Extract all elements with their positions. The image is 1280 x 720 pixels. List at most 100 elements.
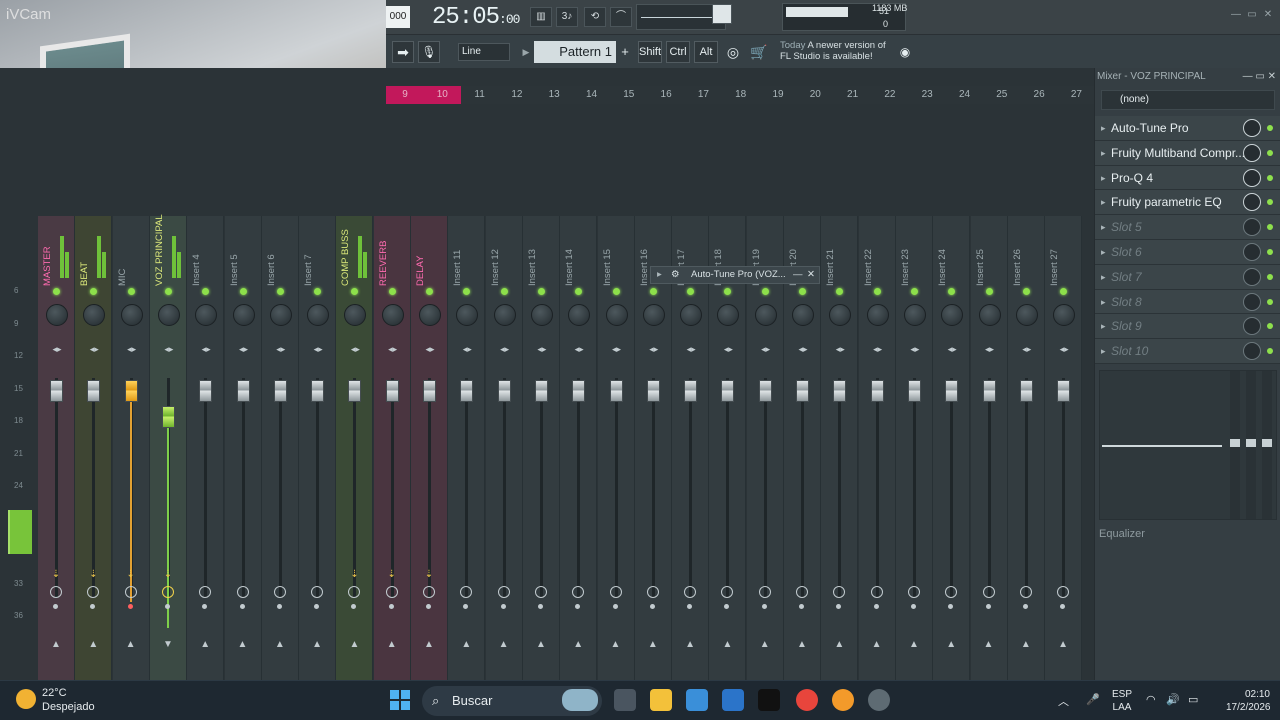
plugin-window-title[interactable]: ▸ ⚙ Auto-Tune Pro (VOZ... — ✕ <box>650 266 820 284</box>
latency-clock-icon[interactable] <box>646 586 659 598</box>
fx-slot[interactable]: ▸ Slot 7 <box>1095 264 1280 290</box>
eq-band-high-handle[interactable] <box>1262 439 1272 447</box>
latency-clock-icon[interactable] <box>124 586 137 598</box>
route-arrow-icon[interactable]: ⇣ <box>51 570 61 580</box>
pan-knob[interactable] <box>605 304 628 326</box>
record-arm-dot[interactable] <box>761 604 767 609</box>
route-to-icon[interactable]: ▲ <box>386 640 398 650</box>
record-arm-dot[interactable] <box>724 604 730 609</box>
pan-knob[interactable] <box>717 304 740 326</box>
record-arm-dot[interactable] <box>948 604 954 609</box>
snap-mode-select[interactable]: Line <box>458 43 510 61</box>
stereo-separation-icon[interactable]: ◂▸ <box>386 344 400 354</box>
stereo-separation-icon[interactable]: ◂▸ <box>199 344 213 354</box>
windows-start-icon[interactable] <box>390 690 410 710</box>
latency-clock-icon[interactable] <box>311 586 324 598</box>
eq-band-low-handle[interactable] <box>1230 439 1240 447</box>
route-to-icon[interactable]: ▲ <box>610 640 622 650</box>
slot-mix-knob[interactable] <box>1243 193 1261 212</box>
volume-fader[interactable] <box>534 380 548 402</box>
fl-studio-icon[interactable] <box>832 689 854 711</box>
route-to-icon[interactable]: ▲ <box>237 640 249 650</box>
slot-mix-knob[interactable] <box>1243 342 1261 361</box>
metronome-icon[interactable]: ⌒ <box>610 7 632 27</box>
stereo-separation-icon[interactable]: ◂▸ <box>908 344 922 354</box>
route-arrow-icon[interactable]: ⇣ <box>88 570 98 580</box>
outlook-icon[interactable] <box>722 689 744 711</box>
plugin-gear-icon[interactable]: ⚙ <box>671 267 680 283</box>
loop-record-icon[interactable]: ⟲ <box>584 7 606 27</box>
slot-mix-knob[interactable] <box>1243 292 1261 311</box>
fx-slot[interactable]: ▸ Slot 10 <box>1095 339 1280 364</box>
stereo-separation-icon[interactable]: ◂▸ <box>348 344 362 354</box>
store-icon[interactable] <box>686 689 708 711</box>
strip-enable-led[interactable] <box>351 288 359 295</box>
record-arm-dot[interactable] <box>388 604 394 609</box>
eq-band-low[interactable] <box>1230 371 1240 519</box>
stereo-separation-icon[interactable]: ◂▸ <box>460 344 474 354</box>
slot-enable-led[interactable] <box>1267 323 1273 330</box>
record-arm-dot[interactable] <box>1060 604 1066 609</box>
strip-enable-led[interactable] <box>1022 288 1030 295</box>
chrome-icon[interactable] <box>796 689 818 711</box>
mixer-strip[interactable]: Insert 20◂▸▲ <box>784 216 821 680</box>
slot-enable-led[interactable] <box>1267 199 1273 206</box>
mixer-strip[interactable]: VOZ PRINCIPAL ◂▸ ⇣ ▼ <box>149 214 187 680</box>
route-arrow-icon[interactable]: ⇣ <box>349 570 359 580</box>
mixer-strip[interactable]: Insert 4 ◂▸ ▲ <box>187 216 225 680</box>
record-arm-dot[interactable] <box>836 604 842 609</box>
strip-enable-led[interactable] <box>53 288 60 295</box>
route-to-icon[interactable]: ▲ <box>274 640 286 650</box>
volume-fader[interactable] <box>758 380 772 402</box>
slot-enable-led[interactable] <box>1267 174 1273 181</box>
minimize-icon[interactable]: — <box>1230 10 1242 20</box>
record-arm-dot[interactable] <box>202 604 208 609</box>
stereo-separation-icon[interactable]: ◂▸ <box>684 344 698 354</box>
stereo-separation-icon[interactable]: ◂▸ <box>237 344 251 354</box>
volume-fader[interactable] <box>646 380 660 402</box>
mixer-strip[interactable]: BEAT ◂▸ ⇣ ▲ <box>75 216 113 680</box>
strip-enable-led[interactable] <box>948 288 956 295</box>
wifi-icon[interactable]: ◠ <box>1146 693 1156 706</box>
volume-fader[interactable] <box>273 380 287 402</box>
pan-knob[interactable] <box>978 304 1001 326</box>
pan-knob[interactable] <box>530 304 553 326</box>
slot-expand-icon[interactable]: ▸ <box>1101 166 1106 190</box>
slot-expand-icon[interactable]: ▸ <box>1101 141 1106 165</box>
record-arm-dot[interactable] <box>239 604 245 609</box>
fx-slot[interactable]: ▸ Fruity Multiband Compr... <box>1095 140 1280 166</box>
latency-clock-icon[interactable] <box>497 586 510 598</box>
stereo-separation-icon[interactable]: ◂▸ <box>1057 344 1071 354</box>
mixer-strip[interactable]: Insert 18◂▸▲ <box>709 216 747 680</box>
mixer-strip[interactable]: Insert 13 ◂▸ ▲ <box>522 216 560 680</box>
task-view-icon[interactable] <box>614 689 636 711</box>
strip-enable-led[interactable] <box>314 288 322 295</box>
latency-clock-icon[interactable] <box>684 586 697 598</box>
route-to-icon[interactable]: ▲ <box>871 640 883 650</box>
latency-clock-icon[interactable] <box>796 586 808 598</box>
route-to-icon[interactable]: ▲ <box>311 640 323 650</box>
pan-knob[interactable] <box>493 304 516 326</box>
route-to-icon[interactable]: ▲ <box>125 640 137 650</box>
stereo-separation-icon[interactable]: ◂▸ <box>423 344 437 354</box>
volume-icon[interactable]: 🔊 <box>1166 693 1180 706</box>
fx-slot[interactable]: ▸ Slot 8 <box>1095 289 1280 315</box>
fx-slot[interactable]: ▸ Slot 5 <box>1095 215 1280 240</box>
latency-clock-icon[interactable] <box>50 586 62 598</box>
route-to-icon[interactable]: ▲ <box>199 640 211 650</box>
capcut-icon[interactable] <box>758 689 780 711</box>
stereo-separation-icon[interactable]: ◂▸ <box>572 344 586 354</box>
mixer-strip[interactable]: Insert 7 ◂▸ ▲ <box>299 216 337 680</box>
system-clock[interactable]: 02:10 17/2/2026 <box>1226 688 1271 714</box>
add-pattern-button[interactable]: + <box>618 41 632 63</box>
slot-enable-led[interactable] <box>1267 273 1273 280</box>
route-to-icon[interactable]: ▲ <box>50 640 62 650</box>
stereo-separation-icon[interactable]: ◂▸ <box>610 344 624 354</box>
mixer-strip[interactable]: Insert 5 ◂▸ ▲ <box>224 216 262 680</box>
pan-knob[interactable] <box>754 304 777 326</box>
pan-knob[interactable] <box>46 304 68 326</box>
plugin-minimize-icon[interactable]: — <box>793 267 803 283</box>
strip-enable-led[interactable] <box>426 288 433 295</box>
pan-knob[interactable] <box>120 304 143 326</box>
latency-clock-icon[interactable] <box>982 586 995 598</box>
